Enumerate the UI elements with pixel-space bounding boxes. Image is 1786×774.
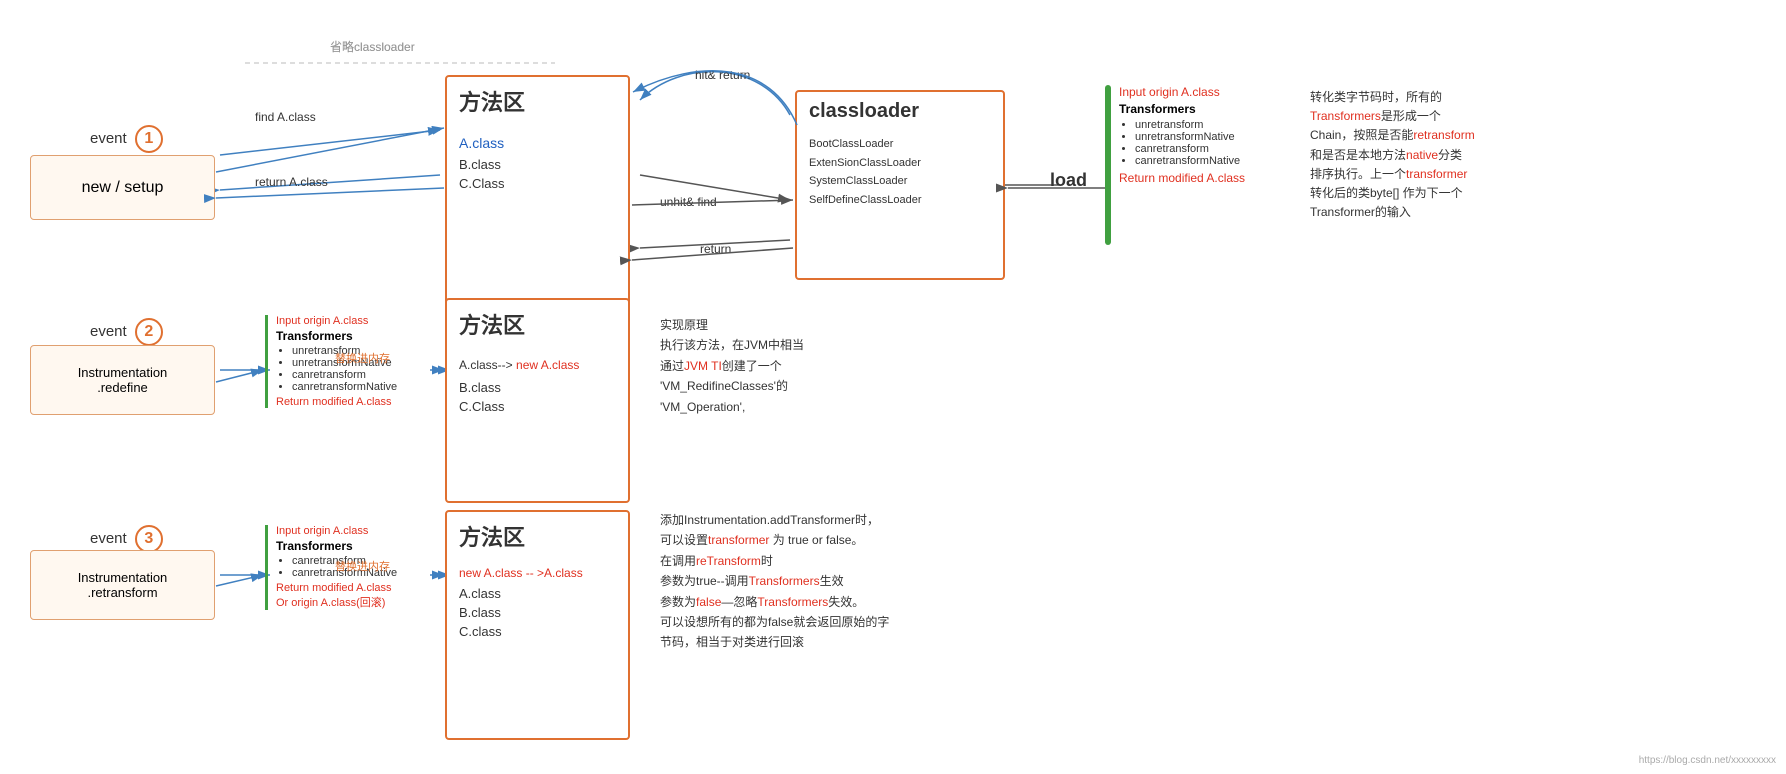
method-area-1-cclass: C.Class bbox=[459, 176, 616, 191]
right-transformers-title: Transformers bbox=[1119, 102, 1280, 116]
method-area-1: 方法区 A.class B.class C.Class bbox=[445, 75, 630, 305]
load-label: load bbox=[1050, 170, 1087, 191]
right-transformers-1: Input origin A.class Transformers unretr… bbox=[1105, 85, 1280, 185]
method-area-1-bclass: B.class bbox=[459, 157, 616, 172]
method-area-3-title: 方法区 bbox=[459, 520, 616, 552]
replace-memory-3: 替换进内存 bbox=[335, 558, 390, 574]
method-area-2-title: 方法区 bbox=[459, 308, 616, 340]
method-area-1-title: 方法区 bbox=[459, 85, 616, 117]
method-area-2-note: A.class--> new A.class bbox=[459, 358, 616, 372]
replace-memory-2: 替换进内存 bbox=[335, 350, 390, 366]
skip-classloader: 省略classloader bbox=[330, 38, 415, 55]
instrumentation-redefine-box: Instrumentation .redefine bbox=[30, 345, 215, 415]
method-area-1-aclass: A.class bbox=[459, 135, 616, 151]
return-label: return bbox=[700, 242, 731, 256]
event1-circle: 1 bbox=[135, 125, 163, 153]
instrumentation-retransform-box: Instrumentation .retransform bbox=[30, 550, 215, 620]
right-input-origin: Input origin A.class bbox=[1119, 85, 1280, 99]
event2-principle: 实现原理 执行该方法，在JVM中相当 通过JVM TI创建了一个 'VM_Red… bbox=[660, 315, 890, 417]
footer-url: https://blog.csdn.net/xxxxxxxxx bbox=[1639, 755, 1776, 766]
skip-dashed-line bbox=[245, 55, 565, 75]
event1-label: event 1 bbox=[90, 125, 163, 153]
unhit-find-label: unhit& find bbox=[660, 195, 717, 209]
event3-circle: 3 bbox=[135, 525, 163, 553]
return-a-class-label: return A.class bbox=[255, 175, 328, 189]
classloader-box: classloader BootClassLoader ExtenSionCla… bbox=[795, 90, 1005, 280]
event3-label: event 3 bbox=[90, 525, 163, 553]
event2-label: event 2 bbox=[90, 318, 163, 346]
diagram-container: 省略classloader event 1 new / setup find A… bbox=[0, 0, 1786, 774]
event2-circle: 2 bbox=[135, 318, 163, 346]
classloader-items: BootClassLoader ExtenSionClassLoader Sys… bbox=[809, 135, 991, 210]
find-a-class-label: find A.class bbox=[255, 110, 316, 124]
new-setup-box: new / setup bbox=[30, 155, 215, 220]
hit-return-label: hit& return bbox=[695, 68, 750, 82]
right-description: 转化类字节码时，所有的 Transformers是形成一个 Chain，按照是否… bbox=[1310, 88, 1640, 222]
right-return-modified: Return modified A.class bbox=[1119, 171, 1280, 185]
method-area-2: 方法区 A.class--> new A.class B.class C.Cla… bbox=[445, 298, 630, 503]
green-bar-1 bbox=[1105, 85, 1111, 245]
right-bullet-list: unretransform unretransformNative canret… bbox=[1119, 119, 1280, 167]
classloader-title: classloader bbox=[809, 100, 991, 123]
event3-note: 添加Instrumentation.addTransformer时， 可以设置t… bbox=[660, 510, 990, 653]
method-area-3: 方法区 new A.class -- >A.class A.class B.cl… bbox=[445, 510, 630, 740]
